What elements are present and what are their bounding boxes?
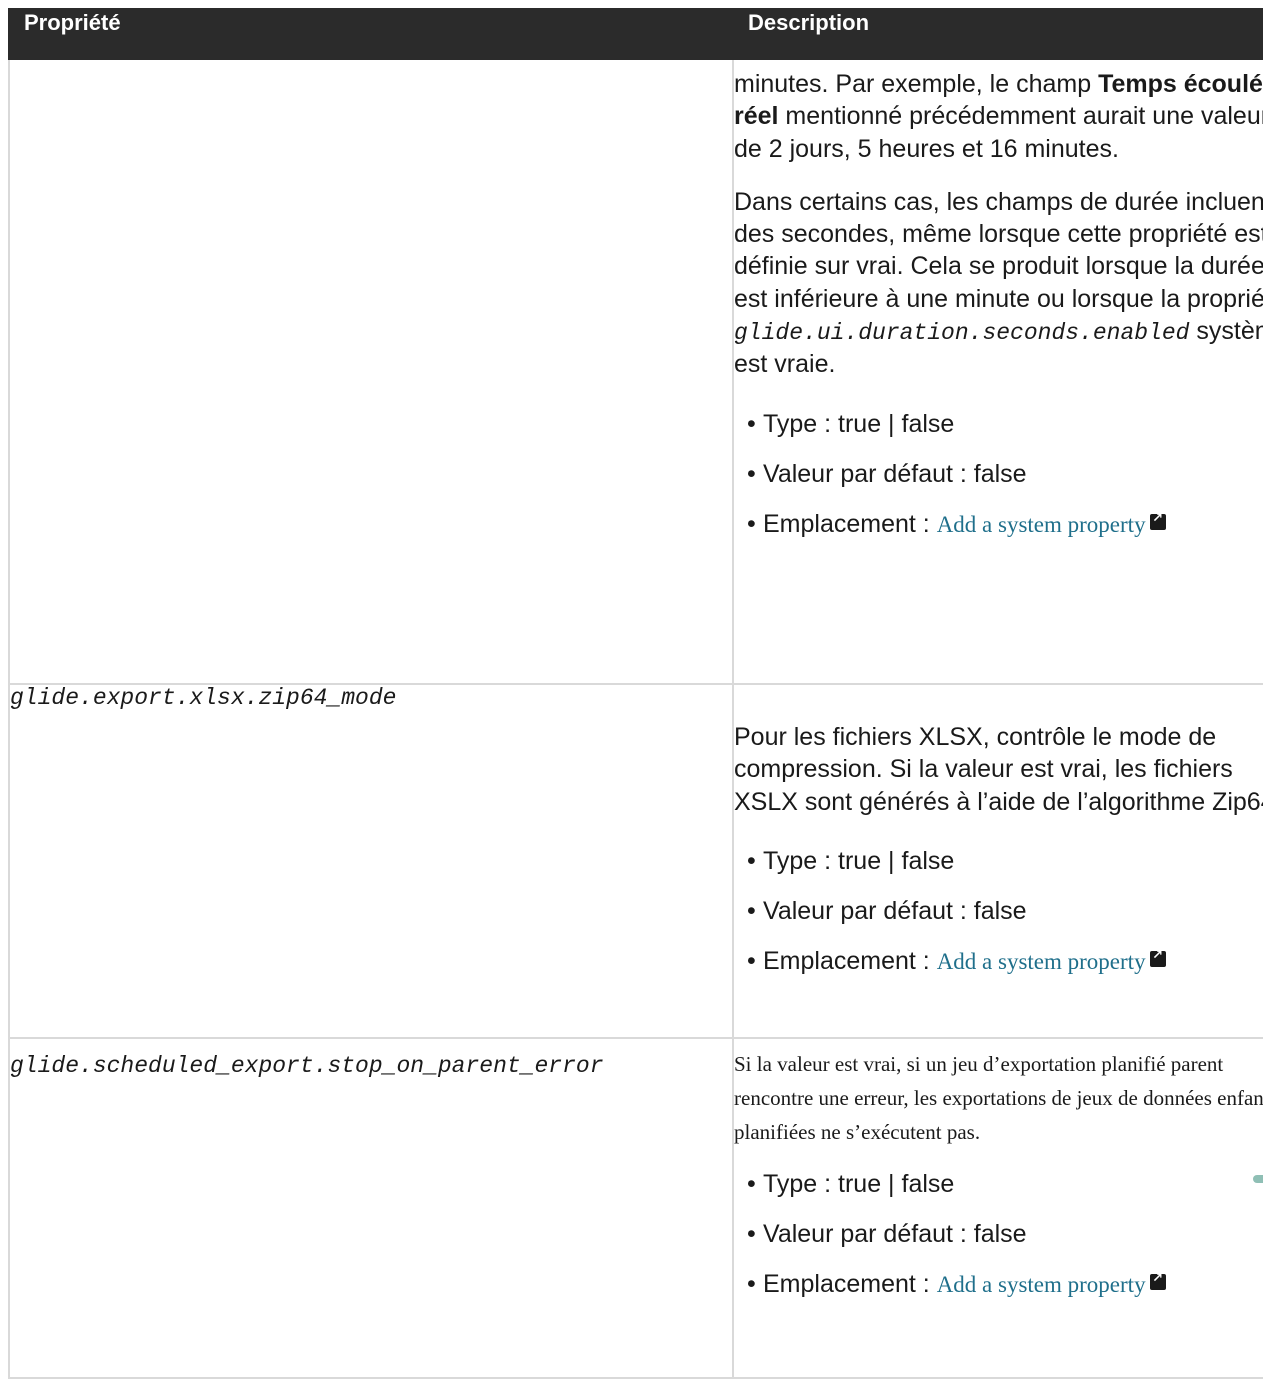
- table-row: glide.scheduled_export.stop_on_parent_er…: [8, 1037, 1263, 1379]
- list-item: Valeur par défaut : false: [738, 1219, 1263, 1249]
- property-cell-empty: [8, 58, 734, 685]
- text-span: Dans certains cas, les champs de durée i…: [734, 187, 1263, 313]
- property-details-list: Type : true | false Valeur par défaut : …: [734, 846, 1263, 976]
- add-system-property-link[interactable]: Add a system property: [937, 512, 1146, 537]
- list-item: Type : true | false: [738, 409, 1263, 439]
- scroll-marker: [1253, 1175, 1263, 1183]
- column-header-description: Description: [732, 8, 1263, 60]
- external-link-icon: [1149, 1271, 1166, 1291]
- list-item: Emplacement : Add a system property: [738, 1269, 1263, 1299]
- list-item: Valeur par défaut : false: [738, 459, 1263, 489]
- table-row: minutes. Par exemple, le champ Temps éco…: [8, 58, 1263, 685]
- property-name: glide.scheduled_export.stop_on_parent_er…: [8, 1037, 734, 1379]
- add-system-property-link[interactable]: Add a system property: [937, 949, 1146, 974]
- description-cell: minutes. Par exemple, le champ Temps éco…: [732, 58, 1263, 685]
- table-header-row: Propriété Description: [8, 8, 1263, 60]
- description-cell: Pour les fichiers XLSX, contrôle le mode…: [732, 683, 1263, 1039]
- external-link-icon: [1149, 511, 1166, 530]
- table-row: glide.export.xlsx.zip64_mode Pour les fi…: [8, 683, 1263, 1039]
- list-item: Emplacement : Add a system property: [738, 946, 1263, 976]
- list-item: Type : true | false: [738, 846, 1263, 876]
- description-cell: Si la valeur est vrai, si un jeu d’expor…: [732, 1037, 1263, 1379]
- column-header-property: Propriété: [8, 8, 734, 60]
- text-span: mentionné précédemment aurait une valeur…: [734, 102, 1263, 163]
- property-name: glide.export.xlsx.zip64_mode: [8, 683, 734, 1039]
- description-paragraph: Dans certains cas, les champs de durée i…: [734, 186, 1263, 381]
- properties-table: Propriété Description minutes. Par exemp…: [8, 8, 1263, 1379]
- inline-code: glide.ui.duration.seconds.enabled: [734, 319, 1190, 346]
- description-paragraph: Si la valeur est vrai, si un jeu d’expor…: [734, 1052, 1263, 1145]
- property-details-list: Type : true | false Valeur par défaut : …: [734, 409, 1263, 539]
- location-label: Emplacement :: [763, 509, 937, 538]
- list-item: Valeur par défaut : false: [738, 896, 1263, 926]
- list-item: Emplacement : Add a system property: [738, 509, 1263, 539]
- text-span: minutes. Par exemple, le champ: [734, 70, 1099, 98]
- property-details-list: Type : true | false Valeur par défaut : …: [734, 1169, 1263, 1299]
- list-item: Type : true | false: [738, 1169, 1263, 1199]
- description-paragraph: Pour les fichiers XLSX, contrôle le mode…: [734, 723, 1263, 816]
- location-label: Emplacement :: [763, 1270, 937, 1299]
- location-label: Emplacement :: [763, 946, 937, 975]
- add-system-property-link[interactable]: Add a system property: [937, 1272, 1146, 1297]
- description-paragraph: minutes. Par exemple, le champ Temps éco…: [734, 68, 1263, 165]
- external-link-icon: [1149, 948, 1166, 967]
